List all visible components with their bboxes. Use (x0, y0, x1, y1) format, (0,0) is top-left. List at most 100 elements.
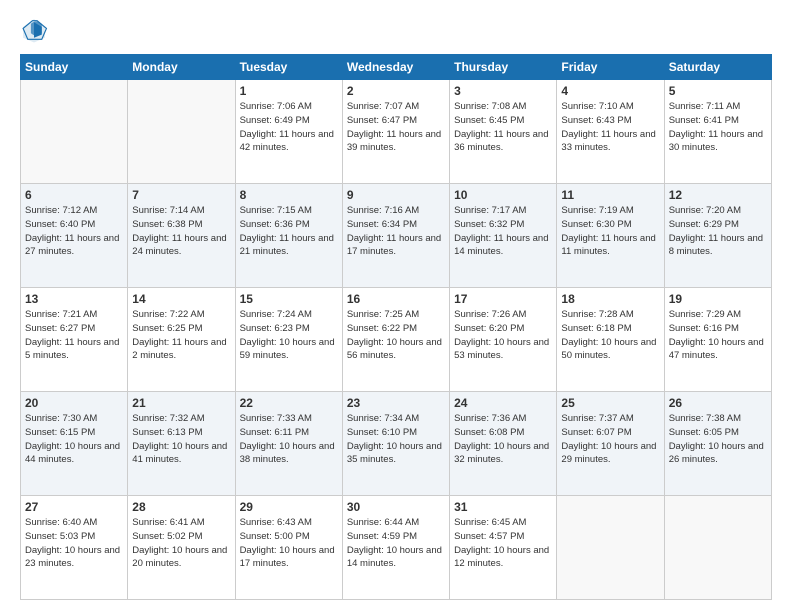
calendar-day-cell: 24 Sunrise: 7:36 AM Sunset: 6:08 PM Dayli… (450, 392, 557, 496)
day-info: Sunrise: 7:07 AM Sunset: 6:47 PM Dayligh… (347, 100, 445, 155)
day-info: Sunrise: 7:15 AM Sunset: 6:36 PM Dayligh… (240, 204, 338, 259)
weekday-header: Saturday (664, 55, 771, 80)
calendar-day-cell: 14 Sunrise: 7:22 AM Sunset: 6:25 PM Dayli… (128, 288, 235, 392)
calendar-day-cell: 30Sunrise: 6:44 AM Sunset: 4:59 PM Dayli… (342, 496, 449, 600)
calendar-week-row: 1Sunrise: 7:06 AM Sunset: 6:49 PM Daylig… (21, 80, 772, 184)
day-info: Sunrise: 7:17 AM Sunset: 6:32 PM Dayligh… (454, 204, 552, 259)
calendar-day-cell: 19 Sunrise: 7:29 AM Sunset: 6:16 PM Dayli… (664, 288, 771, 392)
day-number: 21 (132, 396, 230, 410)
day-info: Sunrise: 7:37 AM Sunset: 6:07 PM Dayligh… (561, 412, 659, 467)
weekday-header: Friday (557, 55, 664, 80)
day-info: Sunrise: 7:36 AM Sunset: 6:08 PM Dayligh… (454, 412, 552, 467)
calendar-day-cell: 28 Sunrise: 6:41 AM Sunset: 5:02 PM Dayli… (128, 496, 235, 600)
day-number: 24 (454, 396, 552, 410)
logo (20, 16, 52, 44)
calendar-table: SundayMondayTuesdayWednesdayThursdayFrid… (20, 54, 772, 600)
calendar-day-cell: 22 Sunrise: 7:33 AM Sunset: 6:11 PM Dayli… (235, 392, 342, 496)
day-info: Sunrise: 7:14 AM Sunset: 6:38 PM Dayligh… (132, 204, 230, 259)
day-info: Sunrise: 7:30 AM Sunset: 6:15 PM Dayligh… (25, 412, 123, 467)
calendar-day-cell: 9Sunrise: 7:16 AM Sunset: 6:34 PM Daylig… (342, 184, 449, 288)
calendar-day-cell: 7 Sunrise: 7:14 AM Sunset: 6:38 PM Daylig… (128, 184, 235, 288)
day-info: Sunrise: 7:25 AM Sunset: 6:22 PM Dayligh… (347, 308, 445, 363)
calendar-day-cell: 12 Sunrise: 7:20 AM Sunset: 6:29 PM Dayli… (664, 184, 771, 288)
calendar-day-cell: 15 Sunrise: 7:24 AM Sunset: 6:23 PM Dayli… (235, 288, 342, 392)
day-info: Sunrise: 7:22 AM Sunset: 6:25 PM Dayligh… (132, 308, 230, 363)
day-number: 16 (347, 292, 445, 306)
day-number: 18 (561, 292, 659, 306)
calendar-day-cell: 26 Sunrise: 7:38 AM Sunset: 6:05 PM Dayli… (664, 392, 771, 496)
day-number: 3 (454, 84, 552, 98)
day-info: Sunrise: 7:10 AM Sunset: 6:43 PM Dayligh… (561, 100, 659, 155)
day-number: 5 (669, 84, 767, 98)
weekday-header: Wednesday (342, 55, 449, 80)
day-info: Sunrise: 6:45 AM Sunset: 4:57 PM Dayligh… (454, 516, 552, 571)
day-number: 12 (669, 188, 767, 202)
day-info: Sunrise: 7:19 AM Sunset: 6:30 PM Dayligh… (561, 204, 659, 259)
day-number: 26 (669, 396, 767, 410)
calendar-day-cell: 17Sunrise: 7:26 AM Sunset: 6:20 PM Dayli… (450, 288, 557, 392)
calendar-day-cell (128, 80, 235, 184)
calendar-day-cell: 2Sunrise: 7:07 AM Sunset: 6:47 PM Daylig… (342, 80, 449, 184)
calendar-day-cell (21, 80, 128, 184)
day-number: 7 (132, 188, 230, 202)
calendar-day-cell: 11 Sunrise: 7:19 AM Sunset: 6:30 PM Dayli… (557, 184, 664, 288)
day-number: 4 (561, 84, 659, 98)
calendar-day-cell: 8Sunrise: 7:15 AM Sunset: 6:36 PM Daylig… (235, 184, 342, 288)
calendar-day-cell: 1Sunrise: 7:06 AM Sunset: 6:49 PM Daylig… (235, 80, 342, 184)
calendar-day-cell: 3 Sunrise: 7:08 AM Sunset: 6:45 PM Daylig… (450, 80, 557, 184)
calendar-day-cell (664, 496, 771, 600)
calendar-week-row: 27Sunrise: 6:40 AM Sunset: 5:03 PM Dayli… (21, 496, 772, 600)
day-info: Sunrise: 7:26 AM Sunset: 6:20 PM Dayligh… (454, 308, 552, 363)
day-info: Sunrise: 7:11 AM Sunset: 6:41 PM Dayligh… (669, 100, 767, 155)
day-number: 9 (347, 188, 445, 202)
calendar-day-cell: 21 Sunrise: 7:32 AM Sunset: 6:13 PM Dayli… (128, 392, 235, 496)
day-number: 29 (240, 500, 338, 514)
day-number: 22 (240, 396, 338, 410)
calendar-day-cell: 18 Sunrise: 7:28 AM Sunset: 6:18 PM Dayli… (557, 288, 664, 392)
day-info: Sunrise: 7:32 AM Sunset: 6:13 PM Dayligh… (132, 412, 230, 467)
day-number: 20 (25, 396, 123, 410)
weekday-header: Thursday (450, 55, 557, 80)
day-number: 10 (454, 188, 552, 202)
logo-icon (20, 16, 48, 44)
day-info: Sunrise: 7:34 AM Sunset: 6:10 PM Dayligh… (347, 412, 445, 467)
weekday-header: Sunday (21, 55, 128, 80)
calendar-day-cell: 6Sunrise: 7:12 AM Sunset: 6:40 PM Daylig… (21, 184, 128, 288)
day-info: Sunrise: 7:20 AM Sunset: 6:29 PM Dayligh… (669, 204, 767, 259)
day-number: 31 (454, 500, 552, 514)
day-info: Sunrise: 7:08 AM Sunset: 6:45 PM Dayligh… (454, 100, 552, 155)
calendar-day-cell: 31 Sunrise: 6:45 AM Sunset: 4:57 PM Dayli… (450, 496, 557, 600)
calendar-day-cell: 5 Sunrise: 7:11 AM Sunset: 6:41 PM Daylig… (664, 80, 771, 184)
page: SundayMondayTuesdayWednesdayThursdayFrid… (0, 0, 792, 612)
day-info: Sunrise: 6:44 AM Sunset: 4:59 PM Dayligh… (347, 516, 445, 571)
calendar-week-row: 6Sunrise: 7:12 AM Sunset: 6:40 PM Daylig… (21, 184, 772, 288)
day-info: Sunrise: 7:21 AM Sunset: 6:27 PM Dayligh… (25, 308, 123, 363)
calendar-day-cell: 13Sunrise: 7:21 AM Sunset: 6:27 PM Dayli… (21, 288, 128, 392)
day-info: Sunrise: 7:12 AM Sunset: 6:40 PM Dayligh… (25, 204, 123, 259)
day-info: Sunrise: 7:29 AM Sunset: 6:16 PM Dayligh… (669, 308, 767, 363)
calendar-day-cell: 27Sunrise: 6:40 AM Sunset: 5:03 PM Dayli… (21, 496, 128, 600)
calendar-day-cell: 16 Sunrise: 7:25 AM Sunset: 6:22 PM Dayli… (342, 288, 449, 392)
day-info: Sunrise: 6:41 AM Sunset: 5:02 PM Dayligh… (132, 516, 230, 571)
calendar-week-row: 20 Sunrise: 7:30 AM Sunset: 6:15 PM Dayli… (21, 392, 772, 496)
day-info: Sunrise: 6:40 AM Sunset: 5:03 PM Dayligh… (25, 516, 123, 571)
day-number: 28 (132, 500, 230, 514)
day-info: Sunrise: 7:33 AM Sunset: 6:11 PM Dayligh… (240, 412, 338, 467)
calendar-day-cell: 10 Sunrise: 7:17 AM Sunset: 6:32 PM Dayli… (450, 184, 557, 288)
day-info: Sunrise: 7:28 AM Sunset: 6:18 PM Dayligh… (561, 308, 659, 363)
calendar-day-cell: 4 Sunrise: 7:10 AM Sunset: 6:43 PM Daylig… (557, 80, 664, 184)
weekday-header: Monday (128, 55, 235, 80)
day-info: Sunrise: 7:24 AM Sunset: 6:23 PM Dayligh… (240, 308, 338, 363)
calendar-header-row: SundayMondayTuesdayWednesdayThursdayFrid… (21, 55, 772, 80)
day-info: Sunrise: 6:43 AM Sunset: 5:00 PM Dayligh… (240, 516, 338, 571)
calendar-day-cell: 29 Sunrise: 6:43 AM Sunset: 5:00 PM Dayli… (235, 496, 342, 600)
day-info: Sunrise: 7:38 AM Sunset: 6:05 PM Dayligh… (669, 412, 767, 467)
day-number: 23 (347, 396, 445, 410)
day-number: 11 (561, 188, 659, 202)
calendar-day-cell: 25Sunrise: 7:37 AM Sunset: 6:07 PM Dayli… (557, 392, 664, 496)
day-number: 1 (240, 84, 338, 98)
day-number: 14 (132, 292, 230, 306)
day-number: 19 (669, 292, 767, 306)
day-number: 15 (240, 292, 338, 306)
calendar-day-cell (557, 496, 664, 600)
